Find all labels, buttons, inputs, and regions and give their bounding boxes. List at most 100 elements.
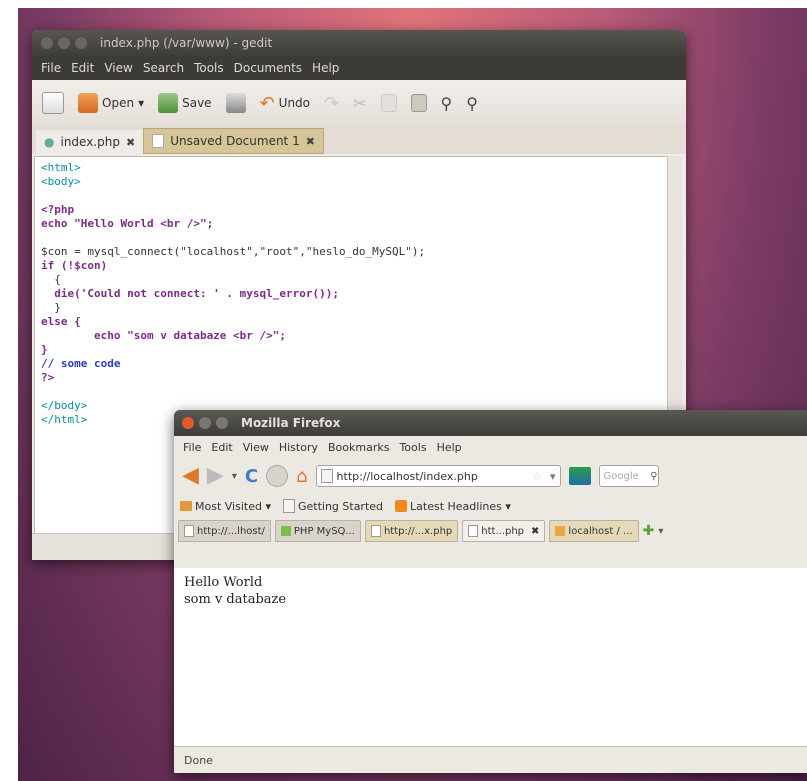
- chevron-down-icon[interactable]: ▾: [138, 96, 144, 110]
- menu-file[interactable]: File: [36, 61, 66, 75]
- bookmark-star-icon[interactable]: ☆: [532, 470, 542, 483]
- code-line: $con = mysql_connect("localhost","root",…: [41, 245, 426, 258]
- folder-open-icon: [78, 93, 98, 113]
- stop-icon[interactable]: [266, 465, 289, 487]
- find-button[interactable]: ⚲: [441, 94, 453, 113]
- url-dropdown-icon[interactable]: ▾: [546, 470, 560, 483]
- forward-arrow-icon[interactable]: ▶: [207, 465, 224, 487]
- menu-tools[interactable]: Tools: [189, 61, 229, 75]
- maximize-icon[interactable]: [74, 36, 88, 50]
- menu-view[interactable]: View: [99, 61, 137, 75]
- paste-button[interactable]: [410, 94, 427, 112]
- firefox-titlebar[interactable]: Mozilla Firefox: [174, 410, 807, 436]
- google-search-engine-icon[interactable]: [568, 467, 591, 485]
- page-icon: [468, 525, 479, 537]
- copy-button[interactable]: [380, 94, 397, 112]
- code-line: ?>: [41, 371, 55, 384]
- scissors-icon: ✂: [353, 93, 367, 113]
- bookmark-label: Getting Started: [297, 499, 384, 513]
- bookmark-getting-started[interactable]: Getting Started: [282, 499, 384, 513]
- tab-label: http://...x.php: [383, 525, 453, 537]
- menu-edit[interactable]: Edit: [206, 441, 237, 454]
- bookmark-latest-headlines[interactable]: Latest Headlines ▾: [395, 500, 511, 513]
- paste-icon: [410, 94, 427, 112]
- maximize-icon[interactable]: [216, 417, 228, 429]
- tab-unsaved-document[interactable]: Unsaved Document 1 ✖: [143, 128, 324, 154]
- code-line: // some code: [41, 357, 121, 370]
- find-replace-button[interactable]: ⚲: [466, 94, 478, 113]
- close-tab-icon[interactable]: ✖: [306, 135, 315, 148]
- status-text: Done: [184, 753, 213, 767]
- site-icon: [555, 526, 566, 536]
- rss-icon: [395, 500, 408, 512]
- code-line: die('Could not connect: ' . mysql_error(…: [41, 287, 340, 300]
- menu-edit[interactable]: Edit: [66, 61, 99, 75]
- tab-phpmyadmin[interactable]: localhost / ...: [549, 520, 639, 542]
- tab-index-php[interactable]: htt...php ✖: [462, 520, 546, 542]
- tab-label: http://...lhost/: [197, 525, 265, 537]
- undo-icon: ↶: [259, 92, 275, 114]
- menu-file[interactable]: File: [178, 441, 206, 454]
- page-icon: [282, 499, 295, 513]
- bookmark-most-visited[interactable]: Most Visited ▾: [180, 500, 271, 513]
- url-bar[interactable]: http://localhost/index.php ☆ ▾: [315, 465, 561, 487]
- menu-search[interactable]: Search: [138, 61, 189, 75]
- code-line: echo "som v databaze <br />";: [41, 329, 287, 342]
- gedit-titlebar[interactable]: index.php (/var/www) - gedit: [32, 30, 686, 56]
- new-button[interactable]: [42, 92, 64, 114]
- tab-label: htt...php: [481, 525, 525, 537]
- print-button[interactable]: [225, 93, 246, 113]
- bookmark-label: Most Visited ▾: [195, 499, 271, 513]
- menu-bookmarks[interactable]: Bookmarks: [323, 441, 394, 454]
- document-icon: [152, 134, 165, 148]
- menu-view[interactable]: View: [238, 441, 274, 454]
- code-line: else {: [41, 315, 81, 328]
- page-content: Hello World som v databaze: [174, 568, 807, 746]
- close-icon[interactable]: [182, 417, 194, 429]
- cut-button[interactable]: ✂: [353, 94, 366, 113]
- folder-icon: [180, 501, 192, 511]
- minimize-icon[interactable]: [199, 417, 211, 429]
- tab-x-php[interactable]: http://...x.php: [364, 520, 459, 542]
- site-icon: [280, 526, 291, 536]
- bookmarks-toolbar: Most Visited ▾ Getting Started Latest He…: [174, 494, 807, 518]
- open-button[interactable]: Open ▾: [78, 93, 144, 113]
- menu-documents[interactable]: Documents: [229, 61, 307, 75]
- menu-tools[interactable]: Tools: [394, 441, 431, 454]
- home-icon[interactable]: ⌂: [296, 466, 307, 487]
- code-line: <?php: [41, 203, 75, 216]
- tab-localhost[interactable]: http://...lhost/: [178, 520, 271, 542]
- printer-icon: [225, 93, 246, 113]
- menu-help[interactable]: Help: [307, 61, 344, 75]
- tab-list-icon[interactable]: ▾: [658, 526, 663, 537]
- redo-button[interactable]: ↷: [324, 93, 339, 114]
- tab-index-php[interactable]: ● index.php ✖: [36, 130, 144, 154]
- find-replace-icon: ⚲: [466, 93, 478, 113]
- minimize-icon[interactable]: [57, 36, 71, 50]
- bookmark-label: Latest Headlines ▾: [410, 499, 511, 513]
- menu-history[interactable]: History: [274, 441, 323, 454]
- close-tab-icon[interactable]: ✖: [531, 526, 539, 537]
- back-arrow-icon[interactable]: ◀: [182, 465, 199, 487]
- tab-label: PHP MySQ...: [293, 525, 355, 537]
- save-button[interactable]: Save: [158, 93, 212, 113]
- close-icon[interactable]: [40, 36, 54, 50]
- document-icon: ●: [44, 135, 55, 149]
- search-icon[interactable]: ⚲: [650, 471, 657, 482]
- undo-button[interactable]: ↶ Undo: [260, 93, 310, 114]
- history-dropdown-icon[interactable]: ▾: [232, 471, 237, 482]
- menu-help[interactable]: Help: [432, 441, 467, 454]
- tab-php-mysql[interactable]: PHP MySQ...: [274, 520, 361, 542]
- firefox-title: Mozilla Firefox: [241, 416, 341, 430]
- reload-icon[interactable]: C: [245, 466, 258, 487]
- save-icon: [158, 93, 179, 113]
- gedit-tab-bar: ● index.php ✖ Unsaved Document 1 ✖: [32, 126, 686, 154]
- copy-icon: [380, 94, 397, 112]
- new-tab-icon[interactable]: ✚: [643, 523, 655, 539]
- code-line: <html>: [41, 161, 81, 174]
- search-input[interactable]: Google ⚲: [598, 465, 659, 487]
- close-tab-icon[interactable]: ✖: [126, 136, 135, 149]
